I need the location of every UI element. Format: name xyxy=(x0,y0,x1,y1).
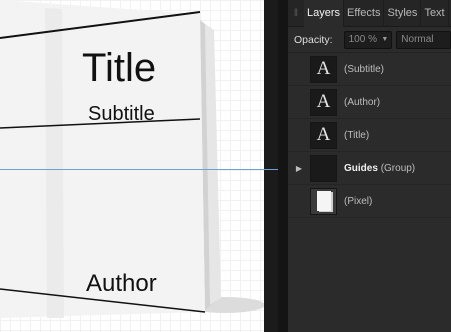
text-layer-icon: A xyxy=(310,88,337,116)
book-hinge xyxy=(45,8,64,318)
blend-mode-select[interactable]: Normal xyxy=(396,30,451,49)
layer-name: Guides (Group) xyxy=(344,163,415,174)
opacity-value: 100 % xyxy=(348,34,377,45)
tab-styles[interactable]: Styles xyxy=(384,0,422,27)
tab-effects[interactable]: Effects xyxy=(344,0,385,27)
blend-mode-value: Normal xyxy=(401,34,434,45)
pixel-layer-icon xyxy=(310,187,337,215)
opacity-field[interactable]: 100 % ▼ xyxy=(343,30,393,49)
tab-layers[interactable]: Layers xyxy=(304,0,345,27)
layer-name: (Subtitle) xyxy=(344,63,385,75)
panel-separator xyxy=(278,0,288,332)
cover-subtitle[interactable]: Subtitle xyxy=(88,103,155,126)
panel-grip-icon[interactable]: ‖ xyxy=(288,0,304,27)
text-layer-icon: A xyxy=(310,121,337,149)
layer-row-pixel[interactable]: (Pixel) xyxy=(288,185,451,218)
pixel-thumbnail xyxy=(316,191,331,211)
expand-triangle-icon[interactable]: ▶ xyxy=(288,152,310,185)
layers-panel: ‖ Layers Effects Styles Text Opacity: 10… xyxy=(288,0,451,332)
tab-text[interactable]: Text xyxy=(421,0,449,27)
layer-kind: (Group) xyxy=(380,162,416,174)
opacity-row: Opacity: 100 % ▼ Normal xyxy=(288,27,451,53)
chevron-down-icon[interactable]: ▼ xyxy=(381,36,388,43)
cover-author[interactable]: Author xyxy=(86,270,157,298)
layer-row-title[interactable]: A (Title) xyxy=(288,119,451,152)
layer-name-bold: Guides xyxy=(344,162,378,174)
artboard[interactable]: Title Subtitle Author xyxy=(0,0,264,332)
cover-title[interactable]: Title xyxy=(82,46,156,91)
layer-list: A (Subtitle) A (Author) A (Title) ▶ Guid… xyxy=(288,53,451,218)
layer-row-author[interactable]: A (Author) xyxy=(288,86,451,119)
layer-row-subtitle[interactable]: A (Subtitle) xyxy=(288,53,451,86)
layer-name: (Author) xyxy=(344,96,381,108)
layer-name: (Title) xyxy=(344,129,370,141)
layer-row-guides[interactable]: ▶ Guides (Group) xyxy=(288,152,451,185)
layer-name: (Pixel) xyxy=(344,195,373,207)
horizontal-guide[interactable] xyxy=(0,169,278,170)
panel-tabbar: ‖ Layers Effects Styles Text xyxy=(288,0,451,27)
text-layer-icon: A xyxy=(310,55,337,83)
canvas-area[interactable]: Title Subtitle Author xyxy=(0,0,278,332)
group-icon xyxy=(310,154,337,182)
opacity-label: Opacity: xyxy=(294,33,333,46)
